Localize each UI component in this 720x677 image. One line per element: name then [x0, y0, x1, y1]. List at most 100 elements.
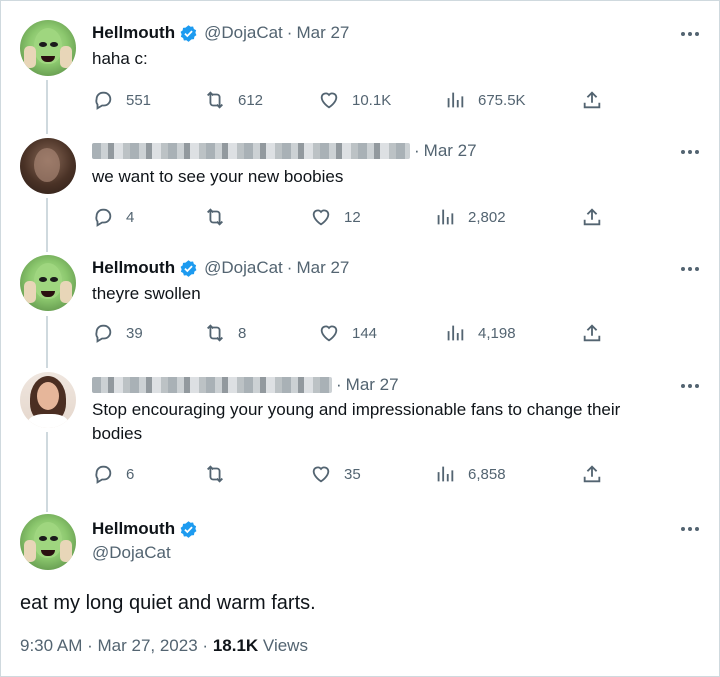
- reply-count: 6: [126, 465, 135, 483]
- tweet-date[interactable]: Mar 27: [296, 258, 349, 278]
- handle[interactable]: @DojaCat: [204, 23, 283, 43]
- verified-badge-icon: [180, 24, 197, 42]
- like-icon: [320, 92, 338, 109]
- separator: ·: [336, 375, 342, 394]
- reply-icon: [95, 208, 112, 227]
- retweet-count: 612: [238, 91, 264, 109]
- avatar[interactable]: [20, 138, 76, 194]
- more-icon[interactable]: [680, 24, 700, 44]
- thread-connector: [46, 316, 48, 368]
- tweet-actions: 6 35 6,858: [92, 462, 612, 486]
- avatar[interactable]: [20, 372, 76, 428]
- tweet-header: Hellmouth: [92, 519, 204, 539]
- views-button[interactable]: 2,802: [434, 205, 506, 229]
- retweet-count: 8: [238, 324, 247, 342]
- views-icon: [447, 325, 464, 341]
- like-count: 144: [352, 324, 378, 342]
- like-icon: [312, 466, 330, 483]
- tweet-header: Hellmouth @DojaCat · Mar 27: [92, 23, 349, 43]
- tweet-text: Stop encouraging your young and impressi…: [92, 398, 692, 446]
- tweet-time[interactable]: 9:30 AM: [20, 636, 82, 655]
- tweet-header: Hellmouth @DojaCat · Mar 27: [92, 258, 349, 278]
- retweet-button[interactable]: 8: [204, 321, 246, 345]
- separator: ·: [202, 636, 213, 655]
- views-button[interactable]: 6,858: [434, 462, 506, 486]
- like-button[interactable]: 144: [318, 321, 377, 345]
- like-icon: [320, 325, 338, 342]
- views-count: 6,858: [468, 465, 506, 483]
- reply-button[interactable]: 4: [92, 205, 134, 229]
- more-icon[interactable]: [680, 142, 700, 162]
- like-button[interactable]: 12: [310, 205, 361, 229]
- tweet-actions: 39 8 144 4,198: [92, 321, 612, 345]
- share-button[interactable]: [581, 462, 603, 486]
- retweet-icon: [207, 208, 223, 226]
- tweet-actions: 4 12 2,802: [92, 205, 612, 229]
- thread-connector: [46, 432, 48, 512]
- more-icon[interactable]: [680, 519, 700, 539]
- retweet-button[interactable]: [204, 462, 238, 486]
- reply-count: 551: [126, 91, 152, 109]
- views-icon: [437, 466, 454, 482]
- reply-icon: [95, 324, 112, 343]
- share-icon: [583, 324, 601, 342]
- retweet-icon: [207, 91, 223, 109]
- tweet-date[interactable]: Mar 27: [346, 375, 399, 395]
- views-count: 4,198: [478, 324, 516, 342]
- like-count: 10.1K: [352, 91, 392, 109]
- verified-badge-icon: [180, 520, 197, 538]
- views-total: 18.1K: [212, 636, 259, 655]
- avatar[interactable]: [20, 514, 76, 570]
- tweet-text: haha c:: [92, 49, 148, 68]
- main-tweet-text: eat my long quiet and warm farts.: [20, 592, 316, 614]
- like-button[interactable]: 35: [310, 462, 361, 486]
- redacted-name: [92, 377, 332, 393]
- verified-badge-icon: [180, 259, 197, 277]
- separator: ·: [286, 258, 293, 277]
- views-icon: [437, 209, 454, 225]
- tweet-date[interactable]: Mar 27: [424, 141, 477, 161]
- retweet-button[interactable]: 612: [204, 88, 263, 112]
- avatar[interactable]: [20, 255, 76, 311]
- share-button[interactable]: [581, 88, 603, 112]
- tweet-header: · Mar 27: [92, 141, 477, 161]
- views-count: 675.5K: [478, 91, 526, 109]
- reply-icon: [95, 465, 112, 484]
- tweet-header: · Mar 27: [92, 375, 399, 395]
- reply-button[interactable]: 6: [92, 462, 134, 486]
- tweet-text: we want to see your new boobies: [92, 167, 344, 186]
- avatar[interactable]: [20, 20, 76, 76]
- reply-count: 4: [126, 208, 135, 226]
- tweet-text-line: Stop encouraging your young and impressi…: [92, 400, 621, 419]
- views-label: Views: [262, 636, 308, 655]
- views-button[interactable]: 675.5K: [444, 88, 526, 112]
- share-icon: [583, 208, 601, 226]
- views-button[interactable]: 4,198: [444, 321, 516, 345]
- reply-button[interactable]: 39: [92, 321, 143, 345]
- more-icon[interactable]: [680, 259, 700, 279]
- handle[interactable]: @DojaCat: [92, 543, 171, 563]
- display-name[interactable]: Hellmouth: [92, 258, 175, 278]
- share-button[interactable]: [581, 321, 603, 345]
- more-icon[interactable]: [680, 376, 700, 396]
- separator: ·: [87, 636, 98, 655]
- redacted-name: [92, 143, 410, 159]
- reply-count: 39: [126, 324, 143, 342]
- share-icon: [583, 91, 601, 109]
- like-button[interactable]: 10.1K: [318, 88, 391, 112]
- like-count: 12: [344, 208, 361, 226]
- views-count: 2,802: [468, 208, 506, 226]
- like-count: 35: [344, 465, 361, 483]
- handle[interactable]: @DojaCat: [204, 258, 283, 278]
- retweet-button[interactable]: [204, 205, 238, 229]
- display-name[interactable]: Hellmouth: [92, 519, 175, 539]
- tweet-full-date[interactable]: Mar 27, 2023: [98, 636, 198, 655]
- reply-button[interactable]: 551: [92, 88, 151, 112]
- separator: ·: [286, 23, 293, 42]
- display-name[interactable]: Hellmouth: [92, 23, 175, 43]
- tweet-date[interactable]: Mar 27: [296, 23, 349, 43]
- share-button[interactable]: [581, 205, 603, 229]
- tweet-meta: 9:30 AM · Mar 27, 2023 · 18.1K Views: [20, 636, 308, 656]
- tweet-text-line: bodies: [92, 424, 143, 443]
- share-icon: [583, 465, 601, 483]
